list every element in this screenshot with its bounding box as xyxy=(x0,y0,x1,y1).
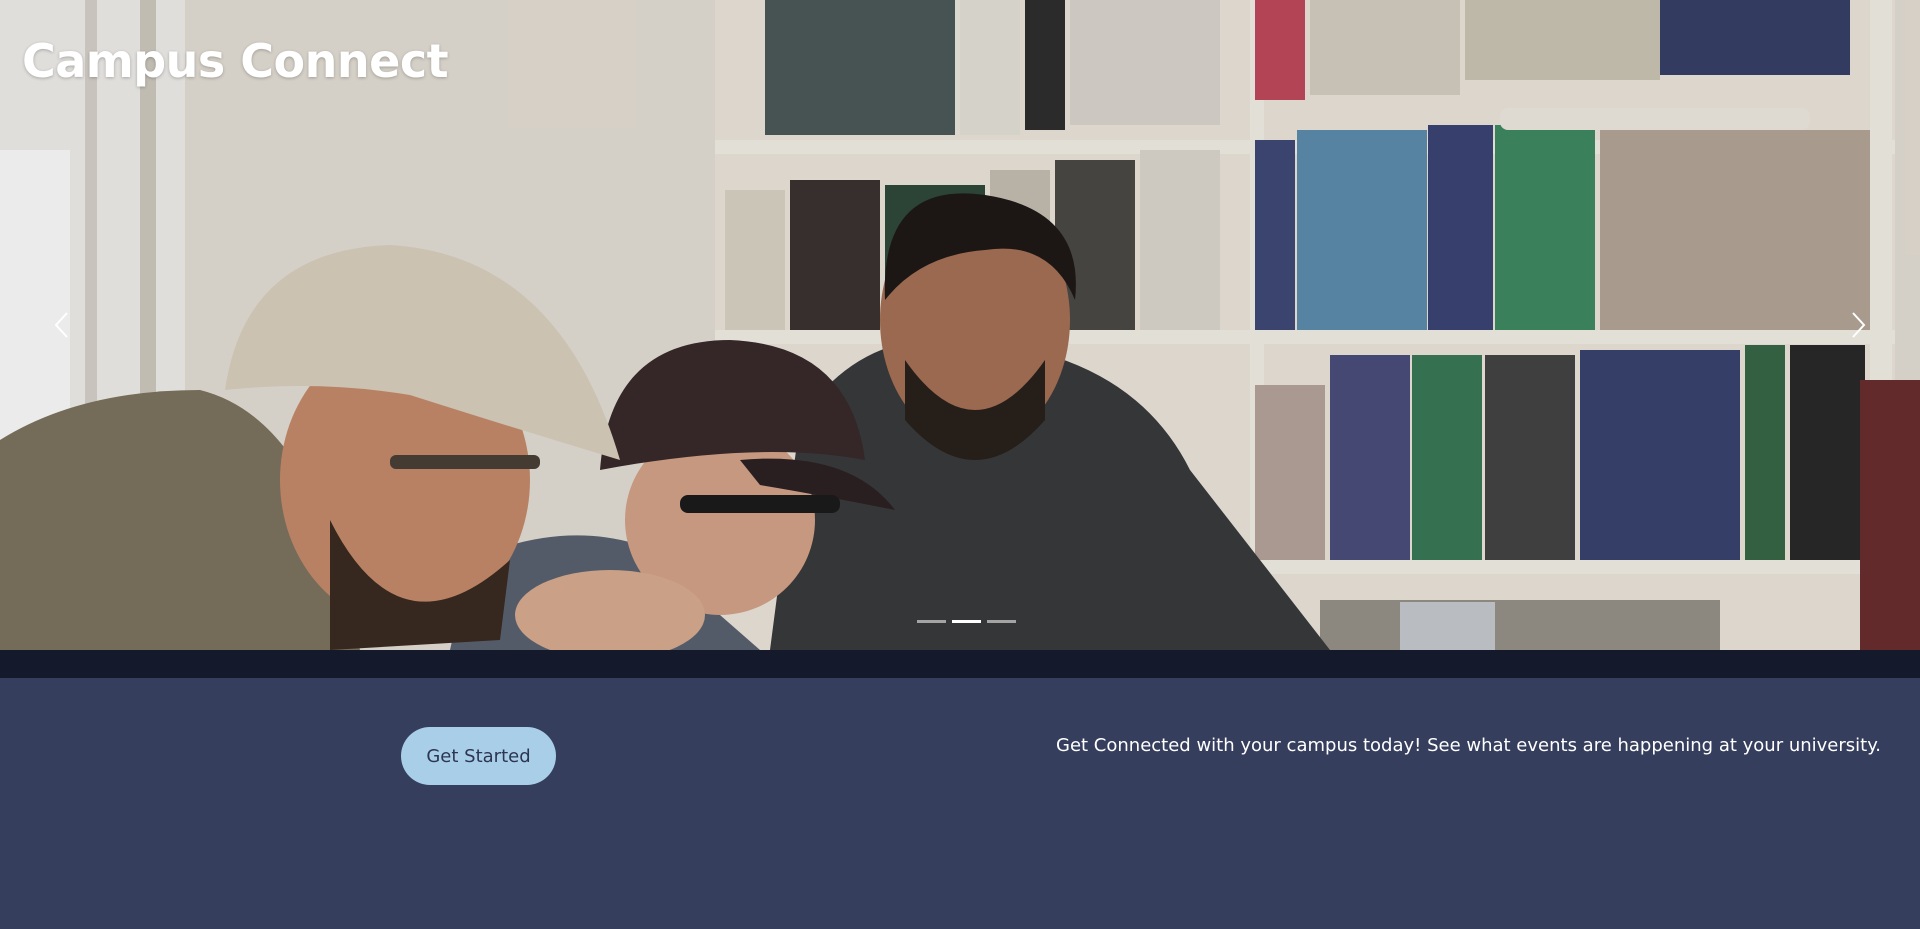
carousel-indicator-1[interactable] xyxy=(917,620,946,623)
tagline-text: Get Connected with your campus today! Se… xyxy=(1056,735,1882,756)
cta-section: Get Started Get Connected with your camp… xyxy=(0,678,1920,929)
carousel-indicator-2[interactable] xyxy=(952,620,981,623)
landing-page: Campus Connect Get Started Get Connected… xyxy=(0,0,1920,929)
carousel-prev-button[interactable] xyxy=(42,305,82,345)
get-started-button[interactable]: Get Started xyxy=(401,727,556,785)
chevron-left-icon xyxy=(54,312,68,338)
carousel-indicators xyxy=(917,620,1016,623)
chevron-right-icon xyxy=(1852,312,1866,338)
divider-strip xyxy=(0,650,1920,678)
hero-image xyxy=(0,0,1920,650)
carousel-indicator-3[interactable] xyxy=(987,620,1016,623)
site-title[interactable]: Campus Connect xyxy=(22,34,449,88)
hero-carousel: Campus Connect xyxy=(0,0,1920,650)
carousel-next-button[interactable] xyxy=(1838,305,1878,345)
